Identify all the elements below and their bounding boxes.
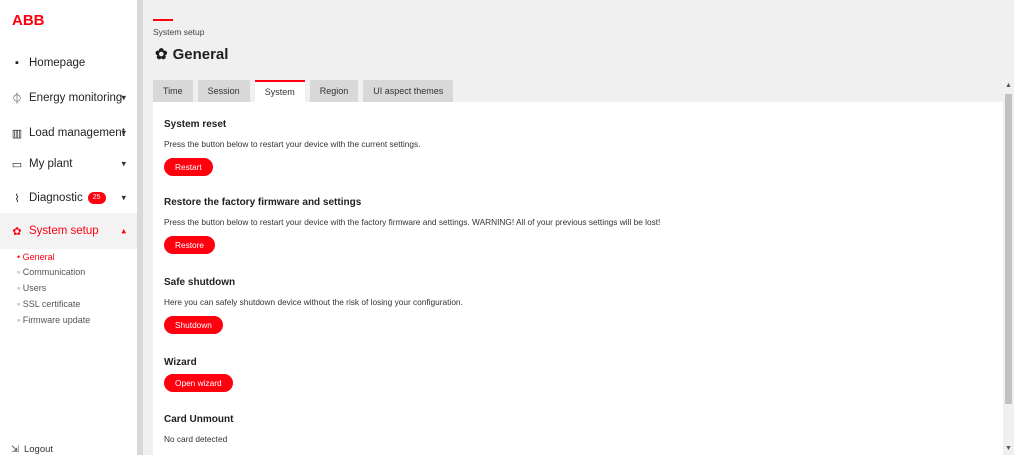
breadcrumb-accent bbox=[153, 19, 173, 21]
logout-label: Logout bbox=[23, 444, 54, 455]
pulse-icon: ⌇ bbox=[14, 192, 20, 205]
restart-button[interactable]: Restart bbox=[164, 158, 213, 176]
chevron-down-icon: ▾ bbox=[121, 158, 126, 169]
section-title: Restore the factory firmware and setting… bbox=[164, 197, 362, 208]
section-title: Safe shutdown bbox=[164, 277, 236, 288]
wizard-section: Wizard Open wizard bbox=[164, 357, 233, 392]
sidebar-item-label: My plant bbox=[29, 158, 73, 170]
section-description: Here you can safely shutdown device with… bbox=[164, 297, 463, 307]
abb-logo: ABB bbox=[12, 12, 45, 29]
sidebar: ABB ▪ Homepage ⏀ Energy monitoring ▾ ▥ L… bbox=[0, 0, 137, 455]
card-status-text: No card detected bbox=[164, 434, 228, 444]
sidebar-item-label: Diagnostic bbox=[29, 192, 83, 204]
tab-session[interactable]: Session bbox=[197, 80, 250, 102]
gears-icon: ✿ bbox=[155, 46, 168, 63]
sidebar-item-diagnostic[interactable]: ⌇ Diagnostic 25 ▾ bbox=[0, 180, 137, 216]
restore-button[interactable]: Restore bbox=[164, 236, 216, 254]
sidebar-item-label: Load management bbox=[29, 127, 125, 139]
scroll-up-arrow-icon[interactable]: ▲ bbox=[1005, 82, 1012, 89]
subnav-ssl-certificate[interactable]: ◦ SSL certificate bbox=[17, 299, 80, 309]
tab-region[interactable]: Region bbox=[309, 80, 359, 102]
sidebar-item-system-setup[interactable]: ✿ System setup ▴ bbox=[0, 213, 137, 249]
home-icon: ▪ bbox=[15, 57, 19, 69]
gears-icon: ✿ bbox=[12, 225, 22, 238]
sidebar-item-energy-monitoring[interactable]: ⏀ Energy monitoring ▾ bbox=[0, 80, 137, 116]
chevron-down-icon: ▾ bbox=[121, 192, 126, 203]
sidebar-item-label: System setup bbox=[29, 225, 99, 237]
sidebar-item-homepage[interactable]: ▪ Homepage bbox=[0, 45, 137, 81]
breadcrumb[interactable]: System setup bbox=[153, 27, 205, 37]
chevron-down-icon: ▾ bbox=[121, 127, 126, 138]
chevron-down-icon: ▾ bbox=[121, 92, 126, 103]
restore-section: Restore the factory firmware and setting… bbox=[164, 197, 660, 254]
logout-link[interactable]: ⇲ Logout bbox=[11, 444, 53, 455]
sidebar-item-my-plant[interactable]: ▭ My plant ▾ bbox=[0, 146, 137, 182]
subnav-general[interactable]: • General bbox=[17, 252, 55, 262]
subnav-firmware-update[interactable]: ◦ Firmware update bbox=[17, 315, 90, 325]
chart-icon: ▥ bbox=[11, 127, 23, 140]
sidebar-divider bbox=[137, 0, 143, 455]
system-reset-section: System reset Press the button below to r… bbox=[164, 119, 420, 176]
page-title: ✿ General bbox=[155, 45, 229, 64]
tab-system[interactable]: System bbox=[254, 80, 305, 102]
card-unmount-section: Card Unmount No card detected bbox=[164, 414, 233, 444]
notification-badge: 25 bbox=[87, 192, 106, 204]
system-panel: System reset Press the button below to r… bbox=[153, 102, 1003, 455]
tab-time[interactable]: Time bbox=[153, 80, 193, 102]
section-title: Card Unmount bbox=[164, 414, 234, 425]
section-description: Press the button below to restart your d… bbox=[164, 139, 421, 149]
tab-bar: Time Session System Region UI aspect the… bbox=[153, 80, 454, 102]
sidebar-item-label: Energy monitoring bbox=[29, 92, 123, 104]
sidebar-item-label: Homepage bbox=[29, 57, 86, 69]
subnav-communication[interactable]: ◦ Communication bbox=[17, 267, 85, 277]
page-title-text: General bbox=[172, 45, 229, 63]
scroll-thumb[interactable] bbox=[1005, 94, 1012, 404]
scroll-down-arrow-icon[interactable]: ▼ bbox=[1005, 445, 1012, 452]
chevron-up-icon: ▴ bbox=[121, 225, 126, 236]
section-title: Wizard bbox=[164, 357, 197, 368]
scrollbar[interactable]: ▲ ▼ bbox=[1003, 80, 1014, 455]
safe-shutdown-section: Safe shutdown Here you can safely shutdo… bbox=[164, 277, 463, 334]
section-description: Press the button below to restart your d… bbox=[164, 217, 661, 227]
section-title: System reset bbox=[164, 119, 227, 130]
open-wizard-button[interactable]: Open wizard bbox=[164, 374, 233, 392]
energy-icon: ⏀ bbox=[11, 93, 23, 105]
subnav-users[interactable]: ◦ Users bbox=[17, 283, 46, 293]
tab-ui-aspect-themes[interactable]: UI aspect themes bbox=[363, 80, 454, 102]
shutdown-button[interactable]: Shutdown bbox=[164, 316, 223, 334]
logout-icon: ⇲ bbox=[11, 444, 19, 455]
plant-icon: ▭ bbox=[11, 158, 23, 171]
